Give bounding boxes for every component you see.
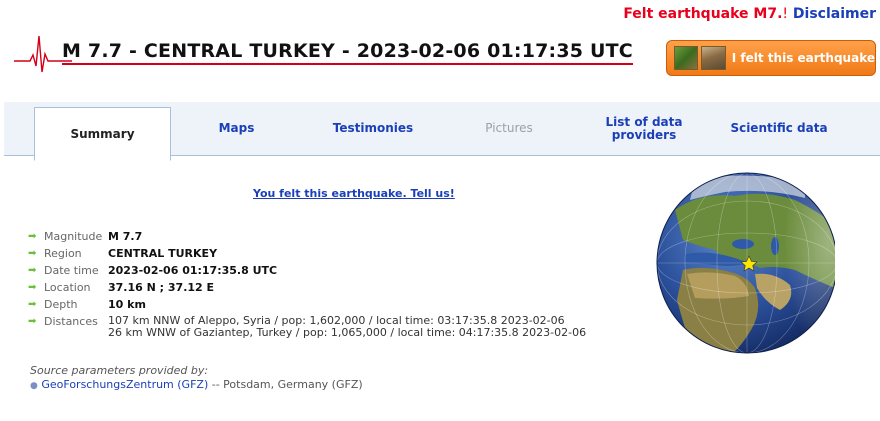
agency-location: -- Potsdam, Germany (GFZ) — [208, 378, 363, 391]
tab-scientific-data[interactable]: Scientific data — [719, 102, 839, 155]
arrow-right-icon: ➡ — [28, 282, 37, 293]
detail-key: Magnitude — [44, 230, 103, 243]
detail-key: Distances — [44, 315, 98, 328]
tell-us-link[interactable]: You felt this earthquake. Tell us! — [253, 187, 455, 200]
event-details: ➡ Magnitude M 7.7 ➡ Region CENTRAL TURKE… — [28, 228, 586, 343]
detail-value: M 7.7 — [108, 230, 143, 243]
detail-value: 37.16 N ; 37.12 E — [108, 281, 215, 294]
detail-key: Region — [44, 247, 82, 260]
tab-maps[interactable]: Maps — [184, 102, 289, 155]
page-title: M 7.7 - CENTRAL TURKEY - 2023-02-06 01:1… — [62, 40, 633, 65]
tab-bar: Summary Maps Testimonies Pictures List o… — [4, 102, 880, 161]
detail-depth: ➡ Depth 10 km — [28, 296, 586, 313]
detail-key: Location — [44, 281, 91, 294]
detail-value: 2023-02-06 01:17:35.8 UTC — [108, 264, 278, 277]
tab-pictures: Pictures — [485, 121, 533, 135]
globe-map-icon — [655, 170, 838, 355]
arrow-right-icon: ➡ — [28, 248, 37, 259]
bullet-icon: ● — [30, 381, 38, 391]
detail-value: CENTRAL TURKEY — [108, 247, 218, 260]
felt-earthquake-link[interactable]: Felt earthquake M7. — [623, 6, 782, 22]
distance-line-2: 26 km WNW of Gaziantep, Turkey / pop: 1,… — [108, 326, 587, 339]
detail-magnitude: ➡ Magnitude M 7.7 — [28, 228, 586, 245]
detail-value: 10 km — [108, 298, 146, 311]
disclaimer-link[interactable]: Disclaimer — [793, 6, 876, 22]
arrow-right-icon: ➡ — [28, 316, 37, 327]
tab-data-providers[interactable]: List of data providers — [589, 102, 699, 155]
felt-earthquake-bang: ! — [782, 6, 789, 22]
detail-location: ➡ Location 37.16 N ; 37.12 E — [28, 279, 586, 296]
tab-summary[interactable]: Summary — [34, 107, 171, 161]
felt-earthquake-button[interactable]: I felt this earthquake — [666, 40, 876, 76]
tab-testimonies[interactable]: Testimonies — [314, 102, 432, 155]
detail-datetime: ➡ Date time 2023-02-06 01:17:35.8 UTC — [28, 262, 586, 279]
arrow-right-icon: ➡ — [28, 231, 37, 242]
source-parameters: Source parameters provided by: ● GeoFors… — [30, 364, 363, 391]
title-area: M 7.7 - CENTRAL TURKEY - 2023-02-06 01:1… — [14, 34, 633, 74]
arrow-right-icon: ➡ — [28, 299, 37, 310]
top-links: Felt earthquake M7.! Disclaimer — [623, 6, 876, 22]
detail-key: Date time — [44, 264, 99, 277]
detail-value: 107 km NNW of Aleppo, Syria / pop: 1,602… — [108, 313, 586, 339]
arrow-right-icon: ➡ — [28, 265, 37, 276]
source-agency: ● GeoForschungsZentrum (GFZ) -- Potsdam,… — [30, 378, 363, 391]
detail-key: Depth — [44, 298, 78, 311]
detail-region: ➡ Region CENTRAL TURKEY — [28, 245, 586, 262]
felt-earthquake-button-label: I felt this earthquake — [731, 51, 875, 65]
source-label: Source parameters provided by: — [30, 364, 209, 377]
felt-photo-icon — [674, 46, 699, 70]
agency-link[interactable]: GeoForschungsZentrum (GFZ) — [41, 378, 208, 391]
damage-photo-icon — [701, 46, 726, 70]
detail-distances: ➡ Distances 107 km NNW of Aleppo, Syria … — [28, 313, 586, 343]
